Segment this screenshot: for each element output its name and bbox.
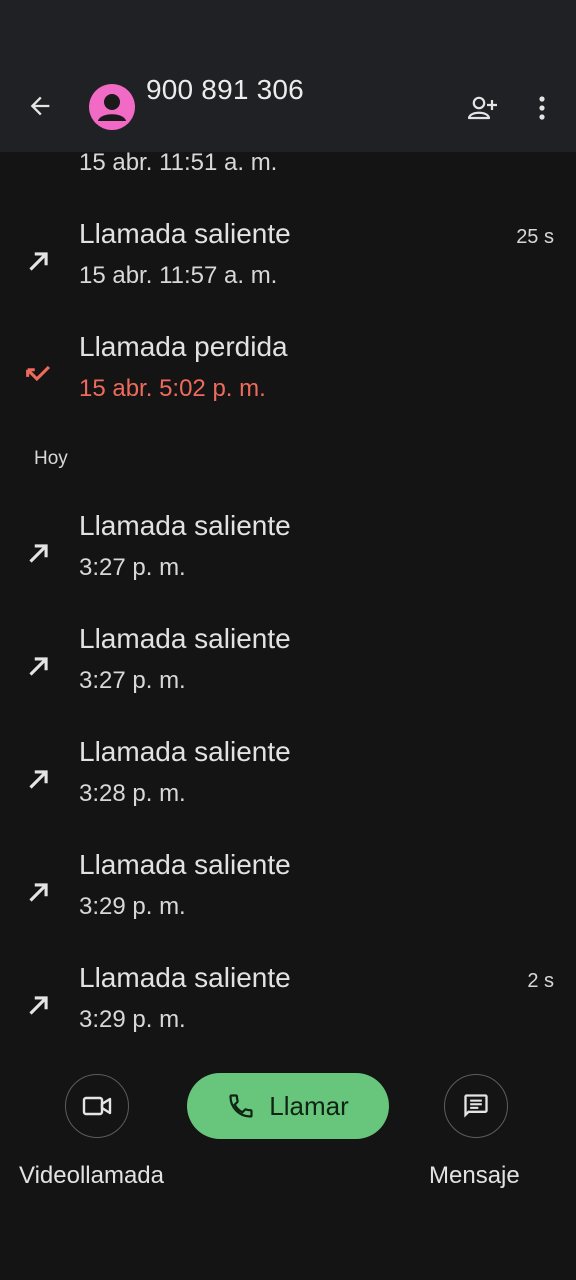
call-type: Llamada saliente <box>79 736 291 767</box>
call-entry[interactable]: Llamada saliente 3:29 p. m. 2 s <box>0 962 576 1052</box>
contact-title: 900 891 306 <box>146 74 304 105</box>
call-type: Llamada saliente <box>79 218 291 249</box>
call-made-icon <box>29 544 48 563</box>
call-made-icon <box>29 657 48 676</box>
call-missed-icon <box>26 365 51 382</box>
call-type: Llamada saliente <box>79 849 291 880</box>
call-made-icon <box>29 770 48 789</box>
message-button[interactable] <box>444 1074 508 1138</box>
call-type: Llamada perdida <box>79 331 288 362</box>
call-made-icon <box>29 996 48 1015</box>
person-icon <box>98 94 126 121</box>
message-label: Mensaje <box>429 1162 520 1189</box>
call-entry[interactable]: Llamada perdida 15 abr. 5:02 p. m. <box>0 331 576 431</box>
screen: 900 891 306 15 abr. 11:51 a. m. Llamada … <box>0 0 576 1280</box>
call-entry[interactable]: Llamada saliente 3:27 p. m. <box>0 623 576 723</box>
call-time: 3:29 p. m. <box>79 1006 186 1033</box>
video-call-label: Videollamada <box>19 1162 164 1189</box>
call-entry[interactable]: Llamada saliente 3:27 p. m. <box>0 510 576 610</box>
back-button[interactable] <box>20 86 60 126</box>
more-vert-icon <box>539 96 545 120</box>
call-history[interactable]: 15 abr. 11:51 a. m. Llamada saliente 15 … <box>0 152 576 1052</box>
avatar <box>89 84 135 130</box>
call-duration: 2 s <box>527 970 554 992</box>
phone-icon <box>229 1094 253 1118</box>
message-icon <box>464 1094 488 1118</box>
call-time: 15 abr. 11:51 a. m. <box>79 152 278 176</box>
call-time: 3:27 p. m. <box>79 667 186 694</box>
call-made-icon <box>29 252 48 271</box>
add-contact-button[interactable] <box>462 88 502 128</box>
call-time: 3:28 p. m. <box>79 780 186 807</box>
arrow-left-icon <box>30 96 50 116</box>
call-type: Llamada saliente <box>79 623 291 654</box>
call-type: Llamada saliente <box>79 510 291 541</box>
call-duration: 25 s <box>516 226 554 248</box>
section-header-today: Hoy <box>34 448 68 469</box>
videocam-icon <box>82 1096 112 1116</box>
call-entry[interactable]: Llamada saliente 15 abr. 11:57 a. m. 25 … <box>0 218 576 318</box>
call-made-icon <box>29 883 48 902</box>
call-type: Llamada saliente <box>79 962 291 993</box>
call-button-label: Llamar <box>269 1090 349 1121</box>
call-entry[interactable]: Llamada saliente 3:29 p. m. <box>0 849 576 949</box>
call-time: 3:27 p. m. <box>79 554 186 581</box>
video-call-button[interactable] <box>65 1074 129 1138</box>
call-time: 15 abr. 5:02 p. m. <box>79 375 266 402</box>
call-time: 3:29 p. m. <box>79 893 186 920</box>
person-add-icon <box>467 96 497 120</box>
call-time: 15 abr. 11:57 a. m. <box>79 262 278 289</box>
app-bar: 900 891 306 <box>0 0 576 152</box>
call-button[interactable]: Llamar <box>187 1073 389 1139</box>
more-options-button[interactable] <box>524 88 560 128</box>
call-entry[interactable]: Llamada saliente 3:28 p. m. <box>0 736 576 836</box>
